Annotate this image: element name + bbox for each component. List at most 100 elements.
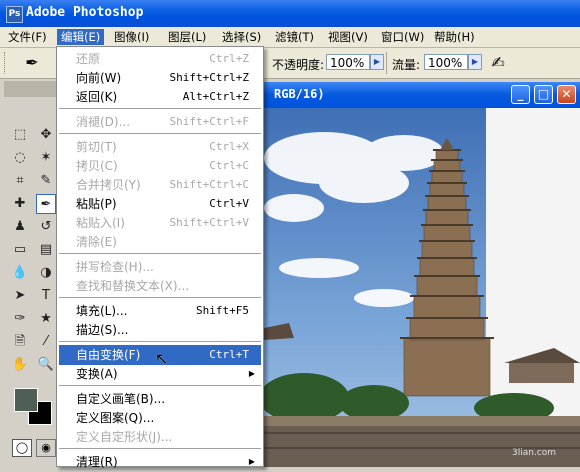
- edit-menu-item: 剪切(T) Ctrl+X: [59, 137, 261, 157]
- menu-item-label: 清理(R): [76, 455, 118, 469]
- close-button[interactable]: ✕: [557, 85, 576, 104]
- magic-wand-tool-icon[interactable]: ✶: [36, 148, 56, 168]
- menu-item-shortcut: Alt+Ctrl+Z: [182, 90, 249, 103]
- photoshop-app-icon: Ps: [6, 6, 23, 23]
- menu-3[interactable]: 图层(L): [164, 29, 210, 45]
- menu-item-label: 合并拷贝(Y): [76, 178, 141, 192]
- menu-1[interactable]: 编辑(E): [57, 29, 105, 45]
- menu-separator: [59, 108, 261, 109]
- notes-tool-icon[interactable]: 🗎: [10, 332, 30, 352]
- document-title-bar[interactable]: RGB/16) _ □ ✕: [264, 82, 580, 108]
- edit-menu-item: 定义自定形状(J)...: [59, 427, 261, 447]
- edit-menu-item: 拷贝(C) Ctrl+C: [59, 156, 261, 176]
- brush-preset-icon[interactable]: ✒: [22, 53, 42, 73]
- type-tool-icon[interactable]: T: [36, 286, 56, 306]
- lasso-tool-icon[interactable]: ◌: [10, 148, 30, 168]
- document-title: RGB/16): [274, 87, 325, 101]
- clone-stamp-tool-icon[interactable]: ♟: [10, 217, 30, 237]
- eraser-tool-icon[interactable]: ▭: [10, 240, 30, 260]
- crop-tool-icon[interactable]: ⌗: [10, 171, 30, 191]
- edit-menu-item[interactable]: 变换(A) ▶: [59, 364, 261, 384]
- menu-item-label: 粘贴(P): [76, 197, 117, 211]
- brush-tool-icon[interactable]: ✒: [36, 194, 56, 214]
- edit-menu-item[interactable]: 自由变换(F) Ctrl+T ↖: [59, 345, 261, 368]
- pagoda-photo: [264, 108, 580, 467]
- options-divider: [386, 52, 387, 74]
- app-title: Adobe Photoshop: [26, 5, 144, 20]
- menu-separator: [59, 133, 261, 134]
- airbrush-icon[interactable]: ✍: [488, 53, 508, 73]
- blur-tool-icon[interactable]: 💧: [10, 263, 30, 283]
- menu-7[interactable]: 窗口(W): [377, 29, 428, 45]
- menu-8[interactable]: 帮助(H): [430, 29, 479, 45]
- edit-menu-item: 还原 Ctrl+Z: [59, 49, 261, 69]
- pen-tool-icon[interactable]: ✑: [10, 309, 30, 329]
- menu-0[interactable]: 文件(F): [4, 29, 51, 45]
- menu-item-label: 定义图案(Q)...: [76, 411, 155, 425]
- menu-item-label: 自由变换(F): [76, 348, 141, 362]
- foreground-color-swatch[interactable]: [14, 388, 38, 412]
- toolbox-header[interactable]: [4, 81, 56, 97]
- edit-menu-item[interactable]: 描边(S)...: [59, 320, 261, 340]
- flow-label: 流量:: [392, 58, 421, 72]
- image-canvas[interactable]: 3lian.com: [264, 108, 580, 467]
- menu-2[interactable]: 图像(I): [110, 29, 153, 45]
- hand-tool-icon[interactable]: ✋: [10, 355, 30, 375]
- edit-menu-item[interactable]: 填充(L)... Shift+F5: [59, 301, 261, 321]
- menu-item-shortcut: Ctrl+X: [209, 140, 249, 153]
- gradient-tool-icon[interactable]: ▤: [36, 240, 56, 260]
- menu-item-label: 返回(K): [76, 90, 118, 104]
- app-title-bar[interactable]: Ps Adobe Photoshop: [0, 0, 580, 27]
- menu-item-label: 清除(E): [76, 235, 117, 249]
- options-grip[interactable]: [4, 52, 7, 74]
- eyedropper-tool-icon[interactable]: ⁄: [36, 332, 56, 352]
- zoom-tool-icon[interactable]: 🔍: [36, 355, 56, 375]
- menu-item-label: 剪切(T): [76, 140, 117, 154]
- menu-item-label: 定义自定形状(J)...: [76, 430, 173, 444]
- submenu-arrow-icon: ▶: [248, 369, 255, 378]
- edit-menu-item[interactable]: 清理(R) ▶: [59, 452, 261, 472]
- menu-separator: [59, 253, 261, 254]
- minimize-button[interactable]: _: [511, 85, 530, 104]
- shape-tool-icon[interactable]: ★: [36, 309, 56, 329]
- opacity-arrow-icon[interactable]: ▶: [370, 54, 384, 70]
- healing-brush-tool-icon[interactable]: ✚: [10, 194, 30, 214]
- opacity-label: 不透明度:: [272, 58, 325, 72]
- menu-bar: 文件(F) 编辑(E) 图像(I) 图层(L) 选择(S) 滤镜(T) 视图(V) 窗口(W)…: [0, 27, 580, 48]
- menu-item-shortcut: Ctrl+C: [209, 159, 249, 172]
- opacity-input[interactable]: 100%: [326, 54, 370, 70]
- edit-menu-dropdown: 还原 Ctrl+Z 向前(W) Shift+Ctrl+Z 返回(K) Alt+Ctrl+Z…: [56, 46, 264, 469]
- quick-mask-icon[interactable]: ◉: [36, 439, 56, 457]
- edit-menu-item[interactable]: 返回(K) Alt+Ctrl+Z: [59, 87, 261, 107]
- menu-6[interactable]: 视图(V): [324, 29, 372, 45]
- menu-4[interactable]: 选择(S): [218, 29, 265, 45]
- marquee-tool-icon[interactable]: ⬚: [10, 125, 30, 145]
- menu-separator: [59, 448, 261, 449]
- dodge-tool-icon[interactable]: ◑: [36, 263, 56, 283]
- standard-mode-icon[interactable]: ◯: [12, 439, 32, 457]
- edit-menu-item[interactable]: 自定义画笔(B)...: [59, 389, 261, 409]
- maximize-button[interactable]: □: [534, 85, 553, 104]
- edit-menu-item[interactable]: 定义图案(Q)...: [59, 408, 261, 428]
- menu-separator: [59, 341, 261, 342]
- menu-item-label: 向前(W): [76, 71, 122, 85]
- history-brush-tool-icon[interactable]: ↺: [36, 217, 56, 237]
- menu-item-shortcut: Ctrl+V: [209, 197, 249, 210]
- move-tool-icon[interactable]: ✥: [36, 125, 56, 145]
- document-window: RGB/16) _ □ ✕ 3lian.com: [264, 82, 580, 467]
- path-select-tool-icon[interactable]: ➤: [10, 286, 30, 306]
- menu-item-shortcut: Shift+Ctrl+Z: [169, 71, 249, 84]
- slice-tool-icon[interactable]: ✎: [36, 171, 56, 191]
- menu-5[interactable]: 滤镜(T): [271, 29, 318, 45]
- menu-item-label: 拼写检查(H)...: [76, 260, 154, 274]
- menu-item-label: 自定义画笔(B)...: [76, 392, 166, 406]
- menu-separator: [59, 385, 261, 386]
- edit-menu-item[interactable]: 粘贴(P) Ctrl+V: [59, 194, 261, 214]
- flow-input[interactable]: 100%: [424, 54, 468, 70]
- menu-item-label: 消褪(D)...: [76, 115, 131, 129]
- flow-arrow-icon[interactable]: ▶: [468, 54, 482, 70]
- menu-item-label: 填充(L)...: [76, 304, 128, 318]
- edit-menu-item[interactable]: 向前(W) Shift+Ctrl+Z: [59, 68, 261, 88]
- toolbox: ⬚ ✥ ◌ ✶ ⌗ ✎ ✚ ✒ ♟ ↺ ▭ ▤ 💧 ◑ ➤ T ✑ ★ 🗎 ⁄ ✋ 🔍 ◯ ◉: [0, 79, 61, 467]
- menu-separator: [59, 297, 261, 298]
